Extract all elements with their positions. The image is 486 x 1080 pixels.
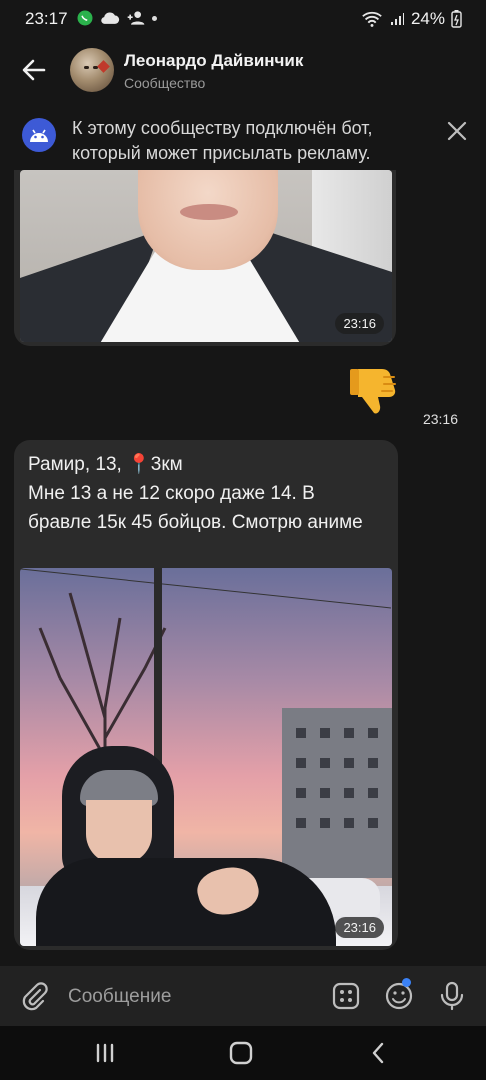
battery-icon xyxy=(451,10,462,28)
message-bubble-photo[interactable]: 23:16 xyxy=(14,170,396,346)
profile-distance: 3км xyxy=(150,454,183,475)
photo-building xyxy=(282,708,392,878)
chat-subtitle: Сообщество xyxy=(124,75,206,91)
cloud-icon xyxy=(101,12,120,24)
notification-dot xyxy=(402,978,411,987)
avatar-eye xyxy=(84,66,89,69)
message-bubble-text-photo[interactable]: Рамир, 13, 📍3км Мне 13 а не 12 скоро даж… xyxy=(14,440,398,950)
signal-icon xyxy=(390,13,404,25)
heart-icon xyxy=(97,60,110,73)
message-input[interactable] xyxy=(66,980,320,1014)
message-line1: Рамир, 13, 📍3км xyxy=(28,450,378,479)
message-time: 23:16 xyxy=(335,313,384,334)
dot-icon xyxy=(152,15,157,21)
paperclip-icon[interactable] xyxy=(18,980,50,1012)
status-time: 23:17 xyxy=(25,9,68,28)
photo-lips xyxy=(180,204,238,220)
bot-banner-text: К этому сообществу подключён бот, которы… xyxy=(72,118,373,163)
photo-jacket xyxy=(36,858,336,946)
status-bar: 23:17 24% xyxy=(0,0,486,36)
avatar[interactable] xyxy=(70,48,114,92)
back-arrow-icon[interactable] xyxy=(18,54,50,86)
status-icons-right: 24% xyxy=(361,9,462,29)
message-time: 23:16 xyxy=(335,917,384,938)
message-body: Мне 13 а не 12 скоро даже 14. В бравле 1… xyxy=(28,483,363,533)
microphone-icon[interactable] xyxy=(436,980,468,1012)
status-icons-left xyxy=(76,9,157,27)
keyboard-grid-icon[interactable] xyxy=(330,980,362,1012)
back-icon[interactable] xyxy=(364,1038,394,1068)
bot-icon xyxy=(22,118,56,152)
message-photo[interactable]: 23:16 xyxy=(20,170,392,342)
system-nav-bar xyxy=(0,1026,486,1080)
battery-percent: 24% xyxy=(410,9,445,28)
photo-face xyxy=(138,170,278,270)
profile-name-age: Рамир, 13, xyxy=(28,454,122,475)
thumbs-down-sticker[interactable] xyxy=(348,363,404,419)
photo-face xyxy=(86,800,152,864)
home-icon[interactable] xyxy=(226,1038,256,1068)
wifi-icon xyxy=(362,11,382,27)
thumbs-down-icon xyxy=(350,369,396,414)
message-list[interactable]: 23:16 23:16 Рамир, 13, 📍3км Мне 13 а не … xyxy=(0,170,486,965)
location-pin-icon: 📍 xyxy=(127,454,151,475)
whatsapp-icon xyxy=(77,10,93,26)
message-input-bar xyxy=(0,966,486,1026)
recent-apps-icon[interactable] xyxy=(90,1038,120,1068)
close-icon[interactable] xyxy=(446,120,468,142)
chat-title[interactable]: Леонардо Дайвинчик xyxy=(124,51,303,71)
message-photo[interactable]: 23:16 xyxy=(20,568,392,946)
message-time: 23:16 xyxy=(422,411,458,427)
add-person-icon xyxy=(127,11,145,25)
chat-header: Леонардо Дайвинчик Сообщество xyxy=(0,40,486,102)
message-text: Рамир, 13, 📍3км Мне 13 а не 12 скоро даж… xyxy=(28,450,378,537)
bot-banner: К этому сообществу подключён бот, которы… xyxy=(0,112,486,168)
